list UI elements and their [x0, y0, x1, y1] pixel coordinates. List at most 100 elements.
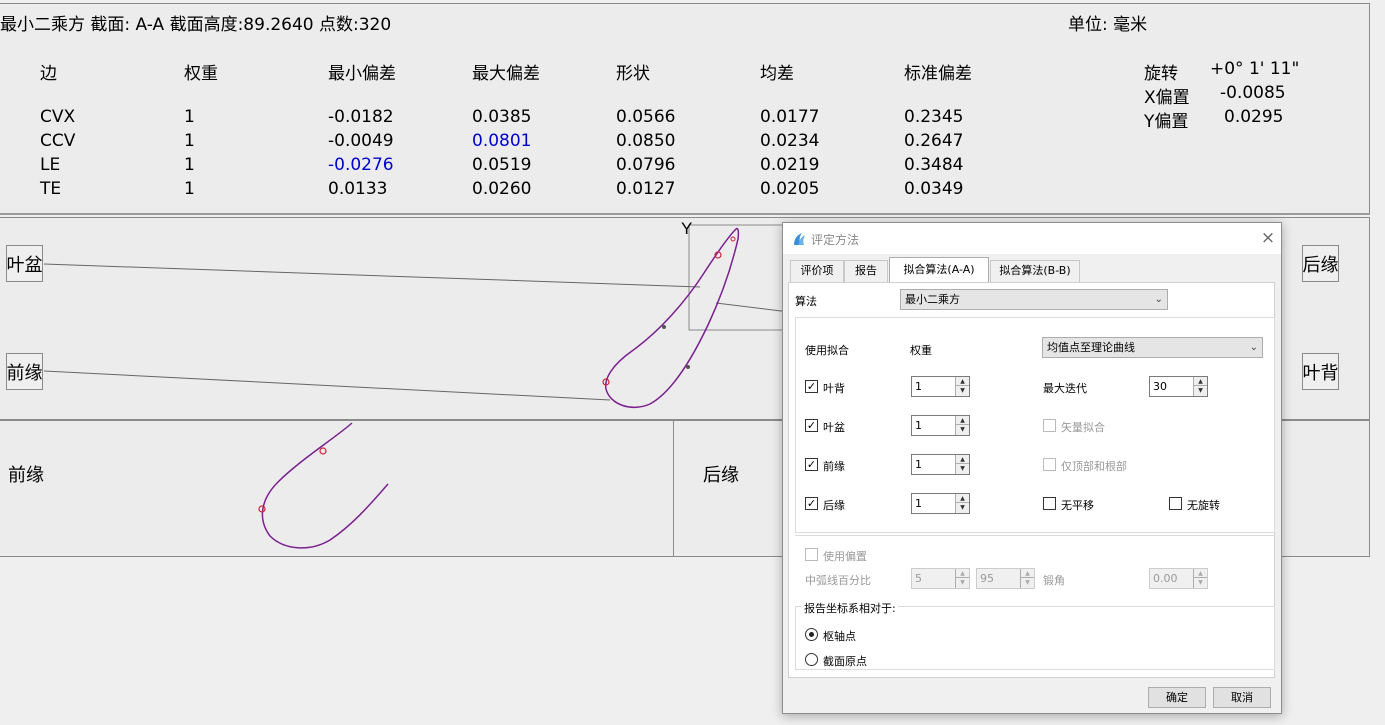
table-cell: 0.3484	[904, 155, 964, 175]
y-offset-label: Y偏置	[1144, 112, 1189, 132]
table-cell: 0.0234	[760, 131, 820, 151]
stepper-buttons[interactable]: ▲ ▼	[1193, 377, 1207, 396]
close-icon[interactable]: ×	[1257, 226, 1279, 250]
table-cell: 0.0127	[616, 179, 676, 199]
table-cell: 1	[184, 131, 195, 151]
weight-value: 1	[915, 380, 922, 393]
no-translate-label: 无平移	[1061, 499, 1094, 512]
fit-checkbox-leading[interactable]: ✓	[805, 458, 818, 471]
camber-end-stepper[interactable]: 95 ▲ ▼	[976, 568, 1035, 589]
tab-report[interactable]: 报告	[844, 260, 888, 282]
weight-stepper-pressure[interactable]: 1 ▲ ▼	[911, 415, 970, 436]
fit-label-pressure: 叶盆	[823, 421, 845, 434]
table-cell: CVX	[40, 107, 76, 127]
stepper-buttons[interactable]: ▲ ▼	[1020, 569, 1034, 588]
fit-checkbox-pressure[interactable]: ✓	[805, 419, 818, 432]
stepper-buttons[interactable]: ▲ ▼	[955, 569, 969, 588]
stepper-buttons[interactable]: ▲ ▼	[1193, 569, 1207, 588]
tab-fit-algorithm-a[interactable]: 拟合算法(A-A)	[889, 257, 989, 283]
y-offset-value: 0.0295	[1224, 107, 1284, 127]
app-logo-icon	[794, 233, 805, 245]
x-offset-value: -0.0085	[1220, 83, 1286, 103]
radio-section-origin-label: 截面原点	[823, 655, 867, 668]
table-cell: 0.0850	[616, 131, 676, 151]
table-cell-highlight: 0.0801	[472, 131, 532, 151]
table-cell: 0.0566	[616, 107, 676, 127]
fit-label-leading: 前缘	[823, 460, 845, 473]
twist-angle-stepper[interactable]: 0.00 ▲ ▼	[1149, 568, 1208, 589]
vector-fit-checkbox[interactable]	[1043, 419, 1056, 432]
fit-checkbox-suction[interactable]: ✓	[805, 380, 818, 393]
stepper-buttons[interactable]: ▲ ▼	[955, 416, 969, 435]
fit-method-select-value: 均值点至理论曲线	[1047, 341, 1135, 354]
camber-percent-label: 中弧线百分比	[805, 574, 871, 587]
table-cell: TE	[40, 179, 62, 199]
tab-evaluation-items[interactable]: 评价项	[790, 260, 844, 282]
radio-section-origin[interactable]	[805, 653, 818, 666]
col-header-std-dev: 标准偏差	[904, 64, 972, 84]
algorithm-select[interactable]: 最小二乘方 ⌄	[900, 289, 1168, 310]
table-cell: 1	[184, 179, 195, 199]
table-cell: 0.0796	[616, 155, 676, 175]
leader-line-leading	[43, 370, 611, 401]
weight-value: 1	[915, 458, 922, 471]
leader-line-pressure	[43, 263, 701, 288]
leading-edge-panel-label: 前缘	[8, 465, 44, 486]
col-header-min-dev: 最小偏差	[328, 64, 396, 84]
measurement-marker	[319, 447, 327, 455]
weight-stepper-leading[interactable]: 1 ▲ ▼	[911, 454, 970, 475]
weight-stepper-trailing[interactable]: 1 ▲ ▼	[911, 493, 970, 514]
trailing-edge-button[interactable]: 后缘	[1302, 245, 1339, 282]
radio-pivot-point[interactable]	[805, 628, 818, 641]
panel-divider	[0, 213, 1370, 215]
leading-edge-button[interactable]: 前缘	[6, 353, 43, 390]
no-rotate-checkbox[interactable]	[1169, 497, 1182, 510]
use-offset-label: 使用偏置	[823, 550, 867, 563]
col-header-weight: 权重	[184, 64, 218, 84]
col-header-edge: 边	[40, 64, 57, 84]
leading-edge-curve	[261, 422, 389, 549]
rotation-value: +0° 1' 11"	[1210, 59, 1300, 79]
suction-side-button[interactable]: 叶背	[1302, 353, 1339, 390]
table-cell: 0.0385	[472, 107, 532, 127]
algorithm-label: 算法	[795, 295, 817, 308]
use-offset-checkbox[interactable]	[805, 548, 818, 561]
twist-angle-value: 0.00	[1153, 572, 1178, 585]
table-cell: -0.0182	[328, 107, 394, 127]
weight-value: 1	[915, 419, 922, 432]
camber-start-stepper[interactable]: 5 ▲ ▼	[911, 568, 970, 589]
camber-start-value: 5	[915, 572, 922, 585]
zoom-box	[688, 224, 790, 331]
report-unit: 单位: 毫米	[1068, 15, 1148, 35]
stepper-buttons[interactable]: ▲ ▼	[955, 455, 969, 474]
fit-method-select[interactable]: 均值点至理论曲线 ⌄	[1042, 337, 1263, 358]
table-cell: 0.0260	[472, 179, 532, 199]
fit-checkbox-trailing[interactable]: ✓	[805, 497, 818, 510]
camber-end-value: 95	[980, 572, 994, 585]
radio-pivot-point-label: 枢轴点	[823, 630, 856, 643]
rotation-label: 旋转	[1144, 64, 1178, 84]
max-iterations-stepper[interactable]: 30 ▲ ▼	[1149, 376, 1208, 397]
no-translate-checkbox[interactable]	[1043, 497, 1056, 510]
table-cell: -0.0049	[328, 131, 394, 151]
leading-edge-zoom-graph	[258, 422, 389, 549]
table-cell: 0.0519	[472, 155, 532, 175]
weight-label: 权重	[910, 344, 932, 357]
evaluation-method-dialog: 评定方法 × 评价项 报告 拟合算法(A-A) 拟合算法(B-B) 算法 最小二…	[782, 222, 1282, 714]
measurement-marker	[730, 236, 736, 242]
col-header-max-dev: 最大偏差	[472, 64, 540, 84]
pressure-side-button[interactable]: 叶盆	[6, 245, 43, 282]
ok-button[interactable]: 确定	[1148, 687, 1206, 708]
measurement-dot	[686, 365, 690, 369]
weight-stepper-suction[interactable]: 1 ▲ ▼	[911, 376, 970, 397]
report-coordinate-label: 报告坐标系相对于:	[802, 600, 898, 616]
twist-angle-label: 锻角	[1043, 574, 1065, 587]
table-cell: 0.0349	[904, 179, 964, 199]
y-axis-label: Y	[681, 219, 692, 238]
stepper-buttons[interactable]: ▲ ▼	[955, 494, 969, 513]
tab-fit-algorithm-b[interactable]: 拟合算法(B-B)	[990, 260, 1080, 282]
tip-root-only-checkbox[interactable]	[1043, 458, 1056, 471]
stepper-buttons[interactable]: ▲ ▼	[955, 377, 969, 396]
cancel-button[interactable]: 取消	[1213, 687, 1271, 708]
table-cell: CCV	[40, 131, 76, 151]
